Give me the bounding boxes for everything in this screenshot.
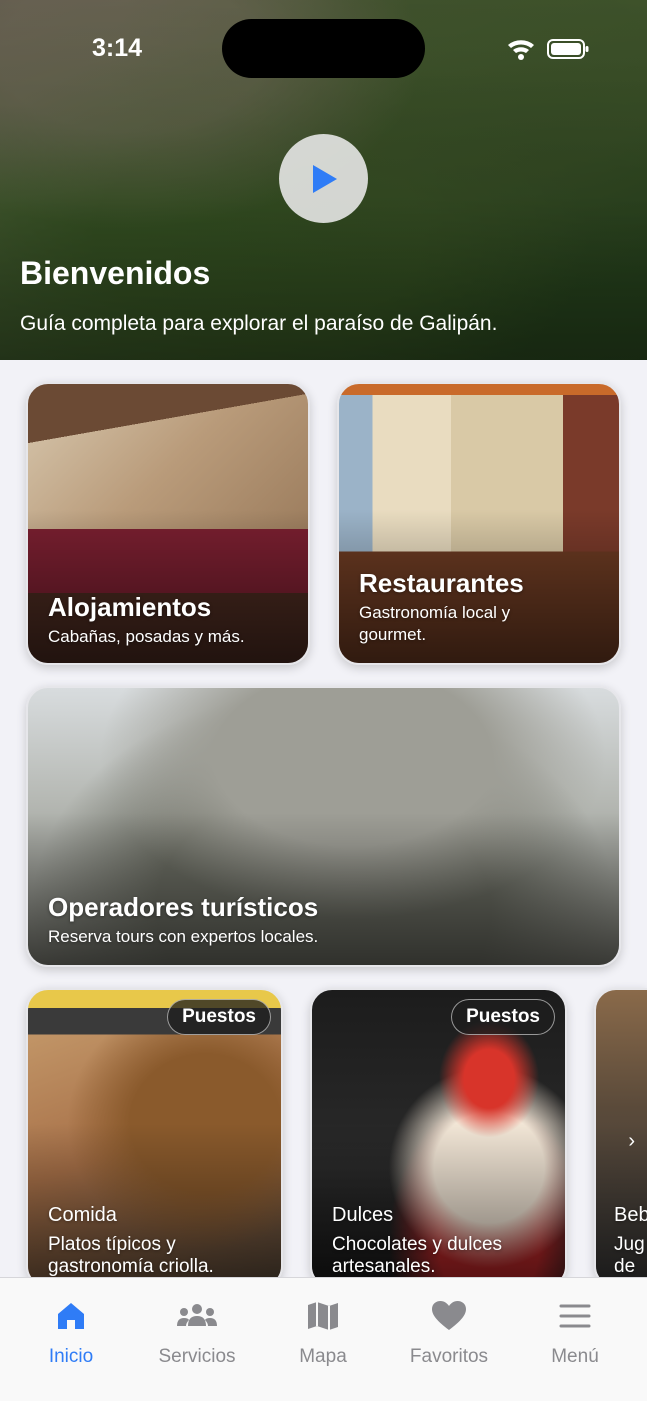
house-icon <box>58 1303 84 1329</box>
wifi-icon <box>508 40 534 60</box>
card-title: Alojamientos <box>48 592 212 622</box>
tab-label: Menú <box>551 1346 599 1367</box>
card-subtitle-line2: gourmet. <box>359 625 427 644</box>
tab-servicios[interactable]: Servicios <box>142 1298 252 1368</box>
card-alojamientos[interactable]: Alojamientos Cabañas, posadas y más. <box>26 382 310 665</box>
tab-favoritos[interactable]: Favoritos <box>394 1298 504 1368</box>
tab-mapa[interactable]: Mapa <box>268 1298 378 1368</box>
map-icon <box>308 1302 338 1330</box>
people-icon <box>177 1304 217 1326</box>
card-subtitle-line2: artesanales. <box>332 1256 436 1277</box>
hero-title: Bienvenidos <box>20 255 211 291</box>
card-title: Dulces <box>332 1204 394 1226</box>
card-subtitle: Reserva tours con expertos locales. <box>48 927 319 946</box>
carousel-card-dulces[interactable]: Puestos Dulces Chocolates y dulces artes… <box>310 988 567 1288</box>
tab-label: Inicio <box>48 1346 94 1367</box>
carousel-card-bebidas[interactable]: › Beb Jug de n <box>594 988 647 1288</box>
play-button[interactable] <box>279 134 368 223</box>
tab-label: Servicios <box>158 1346 236 1367</box>
status-time: 3:14 <box>92 34 143 62</box>
card-title: Restaurantes <box>359 568 524 598</box>
tab-bar: Inicio Servicios Mapa Favoritos Menú <box>0 1277 647 1401</box>
card-title: Beb <box>614 1204 647 1226</box>
hero-banner: 3:14 Bienvenidos Guía completa para expl… <box>0 0 647 360</box>
carousel-card-comida[interactable]: Puestos Comida Platos típicos y gastrono… <box>26 988 283 1288</box>
category-badge: Puestos <box>167 999 271 1035</box>
tab-label: Mapa <box>299 1346 347 1367</box>
play-icon <box>312 164 337 193</box>
chevron-right-icon: › <box>628 1130 635 1152</box>
menu-icon <box>559 1304 591 1328</box>
card-subtitle-line1: Chocolates y dulces <box>332 1234 503 1255</box>
card-title: Operadores turísticos <box>48 892 319 922</box>
card-restaurantes[interactable]: Restaurantes Gastronomía local y gourmet… <box>337 382 621 665</box>
card-operadores[interactable]: Operadores turísticos Reserva tours con … <box>26 686 621 967</box>
dynamic-island <box>222 19 425 78</box>
card-subtitle: Cabañas, posadas y más. <box>48 627 245 646</box>
heart-icon <box>432 1301 466 1330</box>
card-title: Comida <box>48 1204 117 1226</box>
card-subtitle-line2: gastronomía criolla. <box>48 1256 214 1277</box>
card-subtitle-line1: Platos típicos y <box>48 1234 176 1255</box>
tab-label: Favoritos <box>409 1346 489 1367</box>
battery-icon <box>547 39 589 59</box>
hero-subtitle: Guía completa para explorar el paraíso d… <box>20 312 498 335</box>
category-badge: Puestos <box>451 999 555 1035</box>
status-icons <box>508 39 589 60</box>
card-subtitle-line1: Gastronomía local y <box>359 603 511 622</box>
tab-inicio[interactable]: Inicio <box>16 1298 126 1368</box>
tab-menu[interactable]: Menú <box>520 1298 630 1368</box>
card-subtitle-line1: Jug <box>614 1234 645 1255</box>
